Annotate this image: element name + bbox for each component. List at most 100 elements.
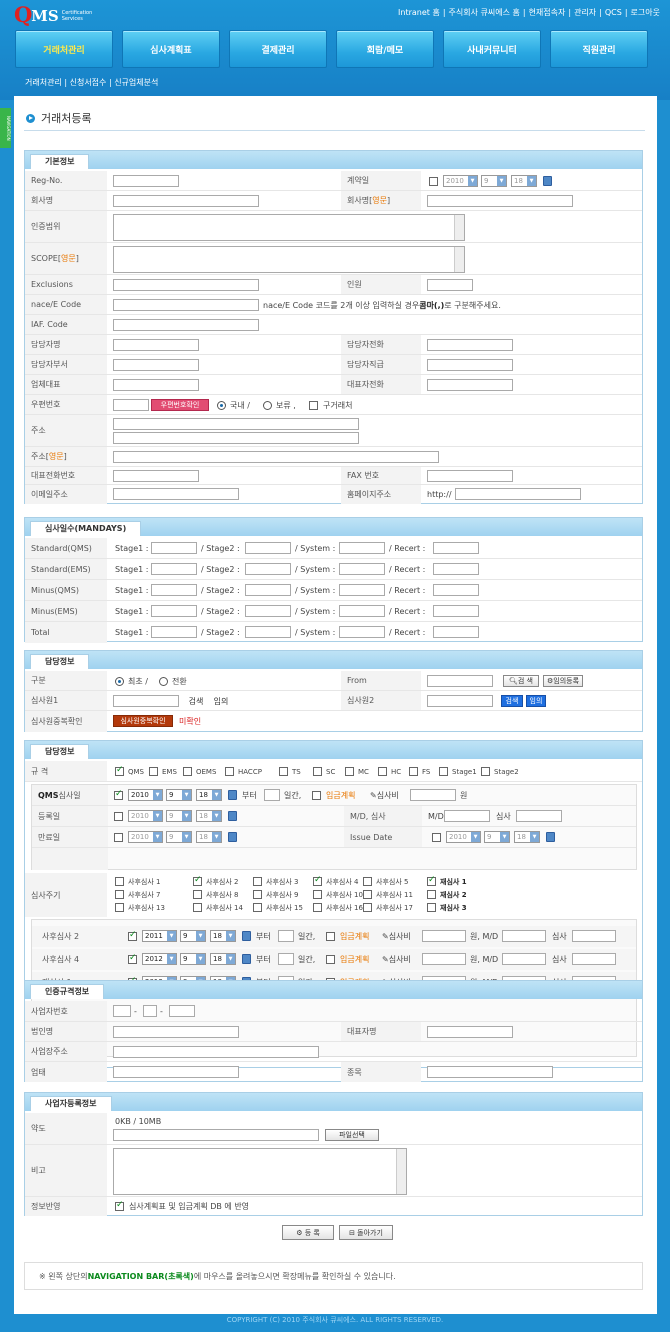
cycle-checkbox[interactable] bbox=[193, 903, 202, 912]
recert-input[interactable] bbox=[433, 542, 479, 554]
system-input[interactable] bbox=[339, 626, 385, 638]
submenu-client[interactable]: 거래처관리 bbox=[25, 78, 62, 87]
cycle-checkbox[interactable] bbox=[115, 890, 124, 899]
cycle-checkbox[interactable] bbox=[363, 903, 372, 912]
standard-checkbox[interactable] bbox=[439, 767, 448, 776]
system-input[interactable] bbox=[339, 542, 385, 554]
old-client-checkbox[interactable] bbox=[309, 401, 318, 410]
calendar-icon[interactable] bbox=[228, 811, 237, 821]
stage1-input[interactable] bbox=[151, 626, 197, 638]
stage2-input[interactable] bbox=[245, 605, 291, 617]
submenu-application[interactable]: 신청서접수 bbox=[70, 78, 107, 87]
schedule-deposit-checkbox[interactable] bbox=[326, 955, 335, 964]
ceo-phone-input[interactable] bbox=[427, 379, 513, 391]
standard-checkbox[interactable] bbox=[481, 767, 490, 776]
contact-position-input[interactable] bbox=[427, 359, 513, 371]
stage1-input[interactable] bbox=[151, 542, 197, 554]
schedule-fee-input[interactable] bbox=[422, 930, 466, 942]
standard-checkbox[interactable] bbox=[115, 765, 124, 776]
standard-checkbox[interactable] bbox=[378, 767, 387, 776]
qms-fee-input[interactable] bbox=[410, 789, 456, 801]
corp-name-input[interactable] bbox=[113, 1026, 239, 1038]
address-en-input[interactable] bbox=[113, 451, 439, 463]
cycle-checkbox[interactable] bbox=[363, 877, 372, 886]
system-input[interactable] bbox=[339, 563, 385, 575]
stage1-input[interactable] bbox=[151, 584, 197, 596]
cycle-checkbox[interactable] bbox=[313, 875, 322, 886]
schedule-day-select[interactable]: 18 bbox=[210, 953, 236, 965]
company-input[interactable] bbox=[113, 195, 259, 207]
stage2-input[interactable] bbox=[245, 626, 291, 638]
schedule-audit-input[interactable] bbox=[572, 930, 616, 942]
menu-audit-plan[interactable]: 심사계획표 bbox=[122, 30, 220, 68]
schedule-deposit-checkbox[interactable] bbox=[326, 932, 335, 941]
qms-days-input[interactable] bbox=[264, 789, 280, 801]
reflect-checkbox[interactable] bbox=[115, 1200, 124, 1211]
standard-checkbox[interactable] bbox=[279, 767, 288, 776]
auditor1-search-button[interactable]: 검색 bbox=[185, 695, 207, 707]
standard-checkbox[interactable] bbox=[225, 767, 234, 776]
nace-input[interactable] bbox=[113, 299, 259, 311]
homepage-input[interactable] bbox=[455, 488, 581, 500]
schedule-days-input[interactable] bbox=[278, 953, 294, 965]
contact-name-input[interactable] bbox=[113, 339, 199, 351]
schedule-days-input[interactable] bbox=[278, 930, 294, 942]
qms-audit-checkbox[interactable] bbox=[114, 789, 123, 800]
recert-input[interactable] bbox=[433, 563, 479, 575]
cycle-checkbox[interactable] bbox=[253, 877, 262, 886]
calendar-icon[interactable] bbox=[543, 176, 552, 186]
reg-no-input[interactable] bbox=[113, 175, 179, 187]
staff-input[interactable] bbox=[427, 279, 473, 291]
menu-client-mgmt[interactable]: 거래처관리 bbox=[15, 30, 113, 68]
calendar-icon[interactable] bbox=[242, 931, 251, 941]
link-intranet-home[interactable]: Intranet 홈 bbox=[398, 8, 440, 17]
schedule-md-input[interactable] bbox=[502, 930, 546, 942]
qms-deposit-checkbox[interactable] bbox=[312, 791, 321, 800]
issue-day-select[interactable]: 18 bbox=[514, 831, 540, 843]
address-input-1[interactable] bbox=[113, 418, 359, 430]
audit-input[interactable] bbox=[516, 810, 562, 822]
qms-month-select[interactable]: 9 bbox=[166, 789, 192, 801]
standard-checkbox[interactable] bbox=[345, 767, 354, 776]
schedule-md-input[interactable] bbox=[502, 953, 546, 965]
navigation-bar[interactable]: NAVIGATION bbox=[0, 108, 11, 148]
recert-input[interactable] bbox=[433, 626, 479, 638]
submenu-new-analysis[interactable]: 신규업체분석 bbox=[114, 78, 158, 87]
schedule-audit-input[interactable] bbox=[572, 953, 616, 965]
biz-item-input[interactable] bbox=[427, 1066, 553, 1078]
exclusions-input[interactable] bbox=[113, 279, 259, 291]
schedule-fee-input[interactable] bbox=[422, 953, 466, 965]
calendar-icon[interactable] bbox=[228, 832, 237, 842]
cycle-checkbox[interactable] bbox=[193, 890, 202, 899]
reg-month-select[interactable]: 9 bbox=[166, 810, 192, 822]
system-input[interactable] bbox=[339, 584, 385, 596]
auditor1-input[interactable] bbox=[113, 695, 179, 707]
back-button[interactable]: ⊟ 돌아가기 bbox=[339, 1225, 393, 1240]
qms-day-select[interactable]: 18 bbox=[196, 789, 222, 801]
biz-address-input[interactable] bbox=[113, 1046, 319, 1058]
reg-year-select[interactable]: 2010 bbox=[128, 810, 163, 822]
issue-year-select[interactable]: 2010 bbox=[446, 831, 481, 843]
expiry-year-select[interactable]: 2010 bbox=[128, 831, 163, 843]
link-qcs[interactable]: QCS bbox=[605, 8, 622, 17]
link-admin[interactable]: 관리자 bbox=[574, 8, 596, 17]
cycle-checkbox[interactable] bbox=[313, 903, 322, 912]
md-input[interactable] bbox=[444, 810, 490, 822]
cycle-checkbox[interactable] bbox=[115, 903, 124, 912]
recert-input[interactable] bbox=[433, 605, 479, 617]
contract-date-checkbox[interactable] bbox=[429, 177, 438, 186]
company-en-input[interactable] bbox=[427, 195, 573, 207]
scope-textarea[interactable] bbox=[113, 214, 465, 241]
cycle-checkbox[interactable] bbox=[427, 875, 436, 886]
cycle-checkbox[interactable] bbox=[253, 890, 262, 899]
cycle-checkbox[interactable] bbox=[193, 875, 202, 886]
issue-month-select[interactable]: 9 bbox=[484, 831, 510, 843]
stage1-input[interactable] bbox=[151, 605, 197, 617]
domestic-radio[interactable] bbox=[217, 401, 226, 410]
auditor2-input[interactable] bbox=[427, 695, 493, 707]
expiry-day-select[interactable]: 18 bbox=[196, 831, 222, 843]
contract-day-select[interactable]: 18 bbox=[511, 175, 537, 187]
auditor2-search-button[interactable]: 검색 bbox=[501, 695, 523, 707]
qms-logo[interactable]: Q MS Certification Services bbox=[14, 2, 92, 27]
cycle-checkbox[interactable] bbox=[363, 890, 372, 899]
